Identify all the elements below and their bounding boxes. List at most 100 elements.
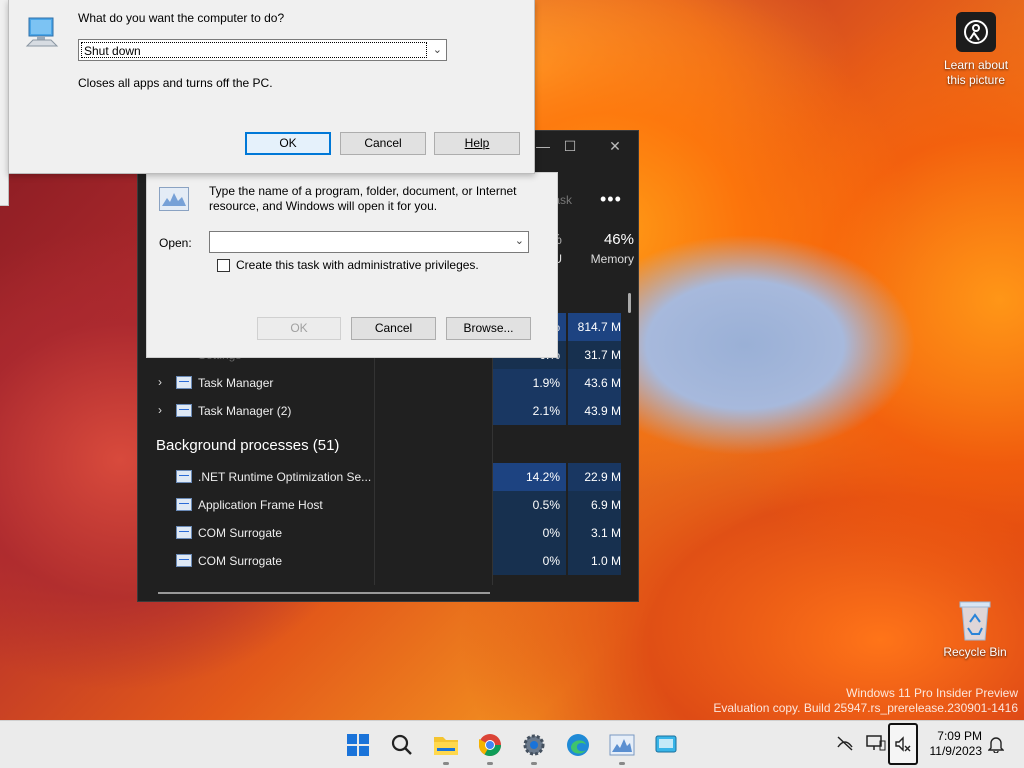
selected-option: Shut down xyxy=(81,42,427,58)
clock-time: 7:09 PM xyxy=(937,729,982,743)
background-processes-header: Background processes (51) xyxy=(156,437,340,454)
shutdown-ok-button[interactable]: OK xyxy=(245,132,331,155)
chevron-down-icon[interactable]: ⌄ xyxy=(433,43,442,56)
start-button[interactable] xyxy=(342,729,374,761)
cpu-cell: 0% xyxy=(493,547,566,575)
cpu-cell: 0% xyxy=(493,519,566,547)
recycle-bin-icon xyxy=(959,601,991,641)
shutdown-cancel-button[interactable]: Cancel xyxy=(340,132,426,155)
run-cancel-button[interactable]: Cancel xyxy=(351,317,436,340)
clock-date: 11/9/2023 xyxy=(929,744,983,758)
table-row[interactable]: COM Surrogate 0% 1.0 M xyxy=(138,547,621,575)
cpu-cell: 1.9% xyxy=(493,369,566,397)
watermark-line-2: Evaluation copy. Build 25947.rs_prerelea… xyxy=(713,701,1018,715)
table-row[interactable]: › Task Manager (2) 2.1% 43.9 M xyxy=(138,397,621,425)
browse-button[interactable]: Browse... xyxy=(446,317,531,340)
generic-app-button[interactable] xyxy=(650,729,682,761)
process-icon xyxy=(176,526,192,539)
task-manager-icon xyxy=(609,734,635,756)
recycle-bin[interactable]: Recycle Bin xyxy=(942,598,1008,659)
watermark-line-1: Windows 11 Pro Insider Preview xyxy=(846,686,1018,700)
expand-chevron-icon[interactable]: › xyxy=(158,375,162,389)
memory-percent: 46% xyxy=(603,231,634,248)
memory-cell: 6.9 M xyxy=(568,491,621,519)
spotlight-widget[interactable]: Learn about this picture xyxy=(936,12,1016,88)
process-name: .NET Runtime Optimization Se... xyxy=(198,470,372,484)
edge-icon xyxy=(567,734,589,756)
close-button[interactable]: ✕ xyxy=(598,131,632,161)
memory-column-name: Memory xyxy=(590,252,634,266)
cpu-cell: 0.5% xyxy=(493,491,566,519)
process-icon xyxy=(176,498,192,511)
close-icon: ✕ xyxy=(609,137,621,154)
run-ok-button[interactable]: OK xyxy=(257,317,341,340)
process-name: Task Manager (2) xyxy=(198,404,292,418)
running-indicator xyxy=(443,762,449,765)
memory-cell: 3.1 M xyxy=(568,519,621,547)
process-name: Application Frame Host xyxy=(198,498,323,512)
memory-cell: 22.9 M xyxy=(568,463,621,491)
shutdown-dialog: What do you want the computer to do? Shu… xyxy=(8,0,535,174)
table-row[interactable]: COM Surrogate 0% 3.1 M xyxy=(138,519,621,547)
memory-column-header[interactable]: 46% Memory xyxy=(578,231,634,266)
process-name: COM Surrogate xyxy=(198,526,283,540)
task-manager-icon xyxy=(176,376,192,389)
chevron-down-icon[interactable]: ⌄ xyxy=(515,234,524,247)
edge-button[interactable] xyxy=(562,729,594,761)
recycle-bin-label: Recycle Bin xyxy=(943,645,1007,659)
process-icon xyxy=(176,470,192,483)
search-button[interactable] xyxy=(386,729,418,761)
task-manager-icon xyxy=(176,404,192,417)
file-explorer-button[interactable] xyxy=(430,729,462,765)
spotlight-label-1: Learn about xyxy=(943,58,1009,72)
volume-button[interactable] xyxy=(888,723,918,765)
horizontal-scrollbar[interactable] xyxy=(158,592,490,594)
run-description: Type the name of a program, folder, docu… xyxy=(209,184,517,213)
table-row[interactable]: .NET Runtime Optimization Se... 14.2% 22… xyxy=(138,463,621,491)
search-icon xyxy=(391,734,412,755)
maximize-icon: ☐ xyxy=(563,137,577,154)
minimize-icon: — xyxy=(536,138,550,154)
table-row[interactable]: Application Frame Host 0.5% 6.9 M xyxy=(138,491,621,519)
memory-cell: 43.9 M xyxy=(568,397,621,425)
admin-checkbox-label: Create this task with administrative pri… xyxy=(236,258,479,272)
windows-logo-icon xyxy=(347,734,369,756)
process-name: COM Surrogate xyxy=(198,554,283,568)
chrome-icon xyxy=(479,734,501,756)
folder-icon xyxy=(434,737,458,755)
running-indicator xyxy=(531,762,537,765)
settings-button[interactable] xyxy=(518,729,550,765)
checkbox-box[interactable] xyxy=(217,258,230,272)
table-row[interactable]: › Task Manager 1.9% 43.6 M xyxy=(138,369,621,397)
volume-muted-icon xyxy=(895,736,911,752)
app-icon xyxy=(655,735,677,753)
task-manager-button[interactable] xyxy=(606,729,638,765)
computer-icon xyxy=(25,14,59,48)
run-dialog: Type the name of a program, folder, docu… xyxy=(146,172,558,358)
shutdown-option-select[interactable]: Shut down ⌄ xyxy=(78,39,447,61)
vertical-scrollbar[interactable] xyxy=(628,293,631,313)
cpu-cell: 2.1% xyxy=(493,397,566,425)
system-clock[interactable]: 7:09 PM 11/9/2023 xyxy=(922,729,983,759)
shutdown-description: Closes all apps and turns off the PC. xyxy=(78,76,273,90)
notification-bell-icon[interactable] xyxy=(987,735,1005,756)
cpu-cell: 14.2% xyxy=(493,463,566,491)
memory-cell: 814.7 M xyxy=(568,313,621,341)
help-button[interactable]: Help xyxy=(434,132,520,155)
memory-cell: 1.0 M xyxy=(568,547,621,575)
maximize-button[interactable]: ☐ xyxy=(553,131,587,161)
display-icon[interactable] xyxy=(866,735,886,754)
process-name: Task Manager xyxy=(198,376,274,390)
process-icon xyxy=(176,554,192,567)
more-options-button[interactable]: ••• xyxy=(600,189,622,210)
admin-privileges-checkbox[interactable]: Create this task with administrative pri… xyxy=(217,258,479,272)
run-app-icon xyxy=(159,187,189,211)
chrome-button[interactable] xyxy=(474,729,506,765)
expand-chevron-icon[interactable]: › xyxy=(158,403,162,417)
open-label: Open: xyxy=(159,236,192,250)
open-combobox[interactable]: ⌄ xyxy=(209,231,529,253)
windows-watermark: Windows 11 Pro Insider Preview Evaluatio… xyxy=(713,686,1018,716)
shutdown-question: What do you want the computer to do? xyxy=(78,11,285,25)
memory-cell: 31.7 M xyxy=(568,341,621,369)
network-off-icon[interactable] xyxy=(836,735,854,754)
